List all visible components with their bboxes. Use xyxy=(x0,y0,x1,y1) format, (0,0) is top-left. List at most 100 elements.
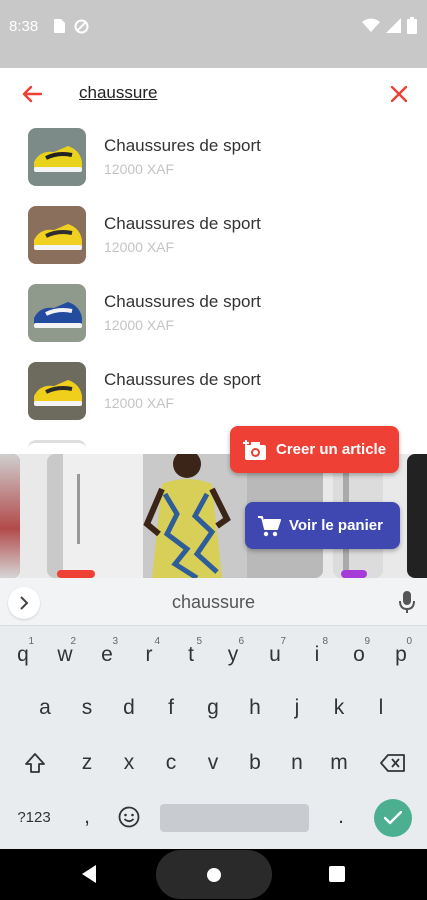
key-number-hint: 3 xyxy=(112,636,118,647)
soft-keyboard: chaussure ?123 , . q1w2e3r4t5y6u7i8o9p0a… xyxy=(0,578,427,849)
nav-home-button[interactable] xyxy=(156,850,272,899)
check-icon xyxy=(384,811,402,825)
product-thumbnail xyxy=(28,128,86,186)
search-header xyxy=(0,68,427,120)
shift-key[interactable] xyxy=(14,738,56,788)
product-thumbnail xyxy=(28,284,86,342)
enter-key[interactable] xyxy=(374,799,412,837)
battery-icon xyxy=(407,17,417,39)
close-icon xyxy=(391,86,407,102)
key-g[interactable]: g xyxy=(192,683,234,733)
wifi-icon xyxy=(362,18,380,38)
key-q[interactable]: q1 xyxy=(2,630,44,680)
clear-search-button[interactable] xyxy=(385,80,413,108)
signal-icon xyxy=(386,18,401,38)
key-r[interactable]: r4 xyxy=(128,630,170,680)
key-number-hint: 2 xyxy=(70,636,76,647)
key-number-hint: 0 xyxy=(406,636,412,647)
product-thumbnail xyxy=(28,362,86,420)
create-article-label: Creer un article xyxy=(276,441,387,458)
result-title: Chaussures de sport xyxy=(104,370,261,389)
result-price: 12000 XAF xyxy=(104,317,175,333)
key-s[interactable]: s xyxy=(66,683,108,733)
key-b[interactable]: b xyxy=(234,738,276,788)
key-c[interactable]: c xyxy=(150,738,192,788)
search-result-item[interactable]: Chaussures de sport 12000 XAF xyxy=(0,120,427,198)
key-letter: q xyxy=(17,643,29,666)
nav-recents-button[interactable] xyxy=(329,866,345,882)
partial-result-thumbnail xyxy=(28,440,86,454)
symbols-key[interactable]: ?123 xyxy=(13,792,55,842)
key-w[interactable]: w2 xyxy=(44,630,86,680)
mic-icon xyxy=(399,591,415,613)
key-letter: y xyxy=(227,643,239,666)
sneaker-photo xyxy=(28,206,86,264)
mic-button[interactable] xyxy=(399,590,415,619)
key-j[interactable]: j xyxy=(276,683,318,733)
backspace-icon xyxy=(380,754,405,772)
arrow-left-icon xyxy=(22,85,42,103)
key-number-hint: 7 xyxy=(280,636,286,647)
result-price: 12000 XAF xyxy=(104,161,175,177)
key-y[interactable]: y6 xyxy=(212,630,254,680)
emoji-icon xyxy=(118,806,140,828)
navigation-bar xyxy=(0,849,427,900)
key-v[interactable]: v xyxy=(192,738,234,788)
key-p[interactable]: p0 xyxy=(380,630,422,680)
key-o[interactable]: o9 xyxy=(338,630,380,680)
key-letter: i xyxy=(314,643,320,666)
key-z[interactable]: z xyxy=(66,738,108,788)
space-key[interactable] xyxy=(160,804,309,832)
result-price: 12000 XAF xyxy=(104,239,175,255)
product-card-far-right[interactable] xyxy=(407,454,427,578)
nav-back-icon[interactable] xyxy=(80,864,98,884)
backspace-key[interactable] xyxy=(372,738,414,788)
cart-icon xyxy=(257,515,281,537)
key-x[interactable]: x xyxy=(108,738,150,788)
key-k[interactable]: k xyxy=(318,683,360,733)
key-number-hint: 4 xyxy=(154,636,160,647)
key-i[interactable]: i8 xyxy=(296,630,338,680)
product-card-left[interactable] xyxy=(0,454,20,578)
search-result-item[interactable]: Chaussures de sport 12000 XAF xyxy=(0,354,427,432)
key-m[interactable]: m xyxy=(318,738,360,788)
status-time: 8:38 xyxy=(9,18,39,35)
data-saver-icon xyxy=(74,19,89,39)
key-letter: u xyxy=(269,643,281,666)
word-suggestion[interactable]: chaussure xyxy=(0,592,427,613)
key-n[interactable]: n xyxy=(276,738,318,788)
search-result-item[interactable]: Chaussures de sport 12000 XAF xyxy=(0,198,427,276)
search-input[interactable] xyxy=(79,80,369,106)
key-number-hint: 8 xyxy=(322,636,328,647)
result-price: 12000 XAF xyxy=(104,395,175,411)
key-number-hint: 5 xyxy=(196,636,202,647)
key-a[interactable]: a xyxy=(24,683,66,733)
key-t[interactable]: t5 xyxy=(170,630,212,680)
key-h[interactable]: h xyxy=(234,683,276,733)
home-circle-icon xyxy=(207,867,221,882)
shift-icon xyxy=(25,753,45,773)
key-u[interactable]: u7 xyxy=(254,630,296,680)
emoji-key[interactable] xyxy=(108,792,150,842)
comma-key[interactable]: , xyxy=(66,792,108,842)
sneaker-photo xyxy=(28,128,86,186)
key-number-hint: 6 xyxy=(238,636,244,647)
search-results-list: Chaussures de sport 12000 XAF Chaussures d… xyxy=(0,120,427,454)
key-e[interactable]: e3 xyxy=(86,630,128,680)
key-letter: t xyxy=(188,643,194,666)
key-l[interactable]: l xyxy=(360,683,402,733)
view-cart-label: Voir le panier xyxy=(289,517,383,534)
key-d[interactable]: d xyxy=(108,683,150,733)
result-title: Chaussures de sport xyxy=(104,214,261,233)
sneaker-photo xyxy=(28,362,86,420)
app-screen: 8:38 Chaussures de sport xyxy=(0,0,427,900)
status-right-icons xyxy=(362,17,417,39)
status-bar: 8:38 xyxy=(0,0,427,68)
back-button[interactable] xyxy=(18,80,46,108)
key-f[interactable]: f xyxy=(150,683,192,733)
create-article-button[interactable]: Creer un article xyxy=(230,426,399,473)
period-key[interactable]: . xyxy=(320,792,362,842)
view-cart-button[interactable]: Voir le panier xyxy=(245,502,400,549)
product-thumbnail xyxy=(28,206,86,264)
search-result-item[interactable]: Chaussures de sport 12000 XAF xyxy=(0,276,427,354)
